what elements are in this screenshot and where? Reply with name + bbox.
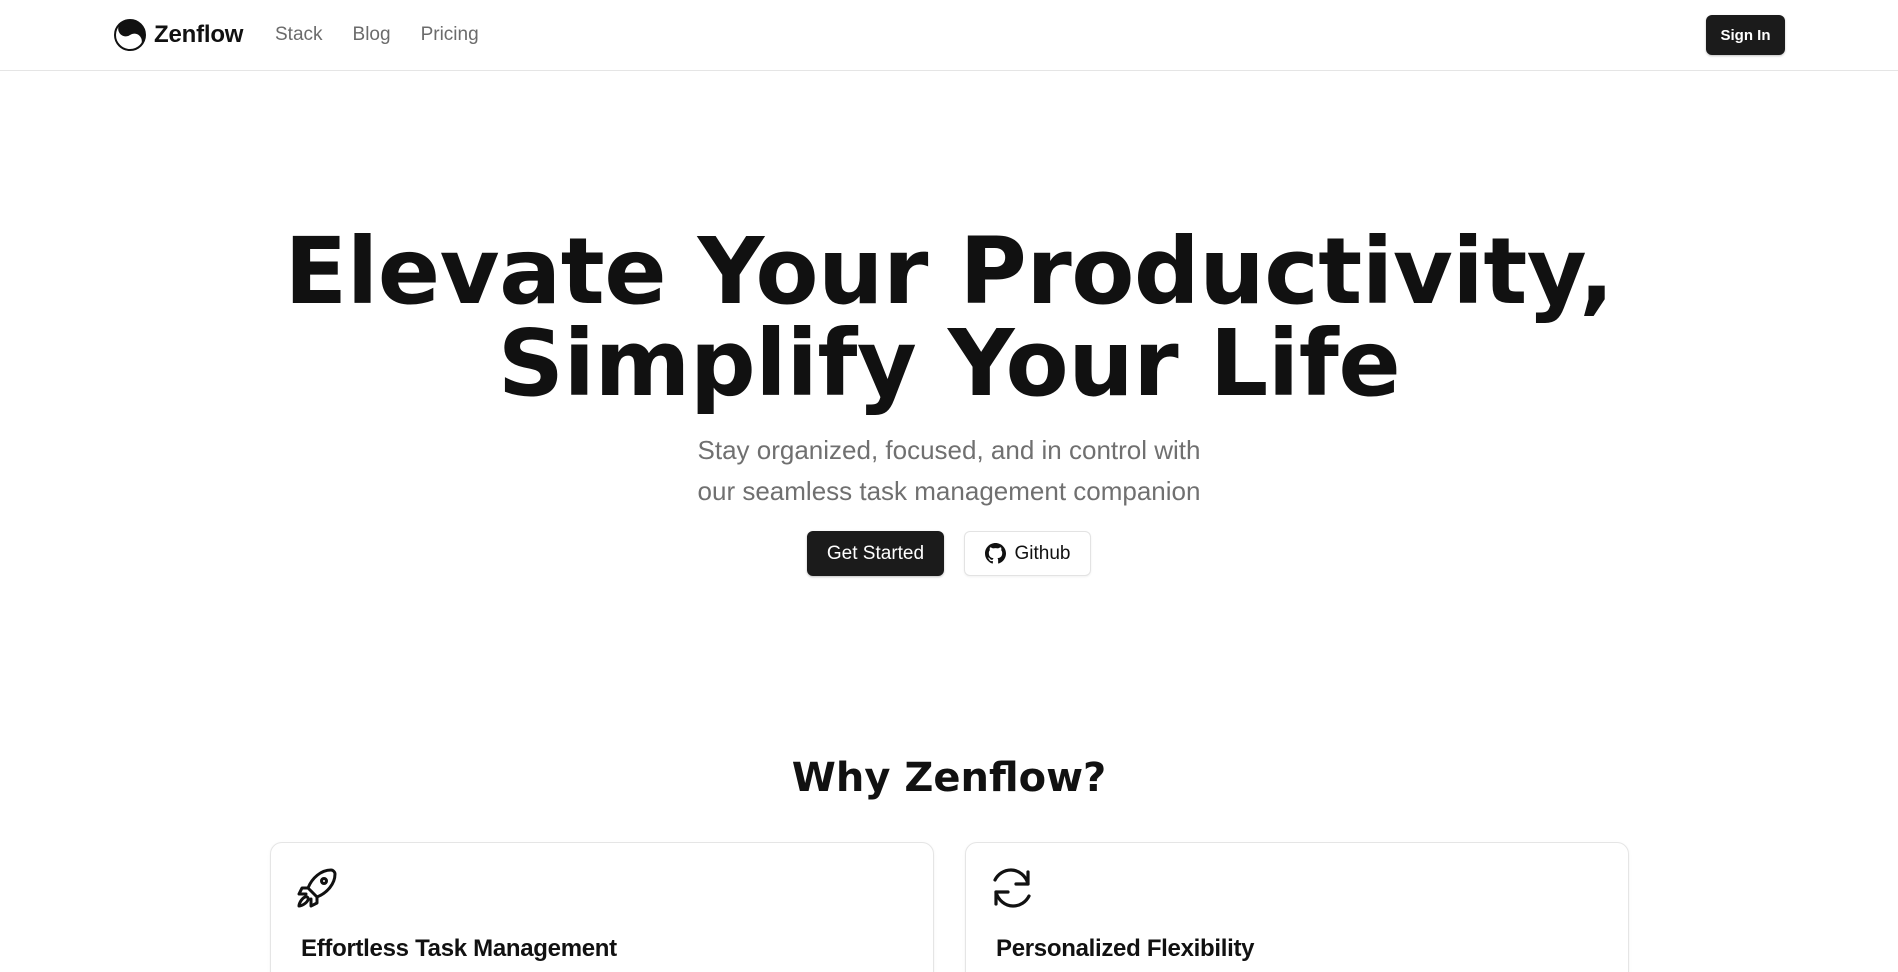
nav-link-stack[interactable]: Stack [275, 22, 323, 48]
hero-title-line-1: Elevate Your Productivity, [284, 218, 1614, 325]
feature-card-title: Personalized Flexibility [996, 935, 1255, 962]
rocket-icon [297, 868, 337, 908]
hero-subtitle-line-1: Stay organized, focused, and in control … [697, 435, 1201, 465]
sign-in-button[interactable]: Sign In [1706, 15, 1785, 55]
hero-subtitle-line-2: our seamless task management companion [697, 476, 1201, 506]
github-button[interactable]: Github [964, 531, 1091, 576]
why-section-title: Why Zenflow? [791, 755, 1107, 801]
get-started-button[interactable]: Get Started [807, 531, 944, 576]
hero-title-line-2: Simplify Your Life [497, 310, 1401, 417]
nav-link-blog[interactable]: Blog [353, 22, 391, 48]
nav-link-pricing[interactable]: Pricing [421, 22, 479, 48]
hero-title: Elevate Your Productivity, Simplify Your… [0, 226, 1898, 410]
feature-card-flexibility: Personalized Flexibility [965, 842, 1629, 972]
github-button-label: Github [1014, 542, 1071, 564]
hero-subtitle: Stay organized, focused, and in control … [0, 430, 1898, 512]
feature-card-task-management: Effortless Task Management [270, 842, 934, 972]
feature-card-title: Effortless Task Management [301, 935, 617, 962]
landing-page: Zenflow Stack Blog Pricing Sign In Eleva… [0, 0, 1898, 972]
github-icon [984, 543, 1006, 564]
hero-actions: Get Started Github [0, 531, 1898, 576]
refresh-icon [993, 868, 1031, 908]
main-nav: Stack Blog Pricing [275, 22, 479, 48]
site-header: Zenflow Stack Blog Pricing Sign In [0, 0, 1898, 71]
yin-yang-icon [114, 19, 146, 51]
brand-name: Zenflow [154, 21, 244, 48]
brand-home-link[interactable]: Zenflow [114, 19, 243, 51]
